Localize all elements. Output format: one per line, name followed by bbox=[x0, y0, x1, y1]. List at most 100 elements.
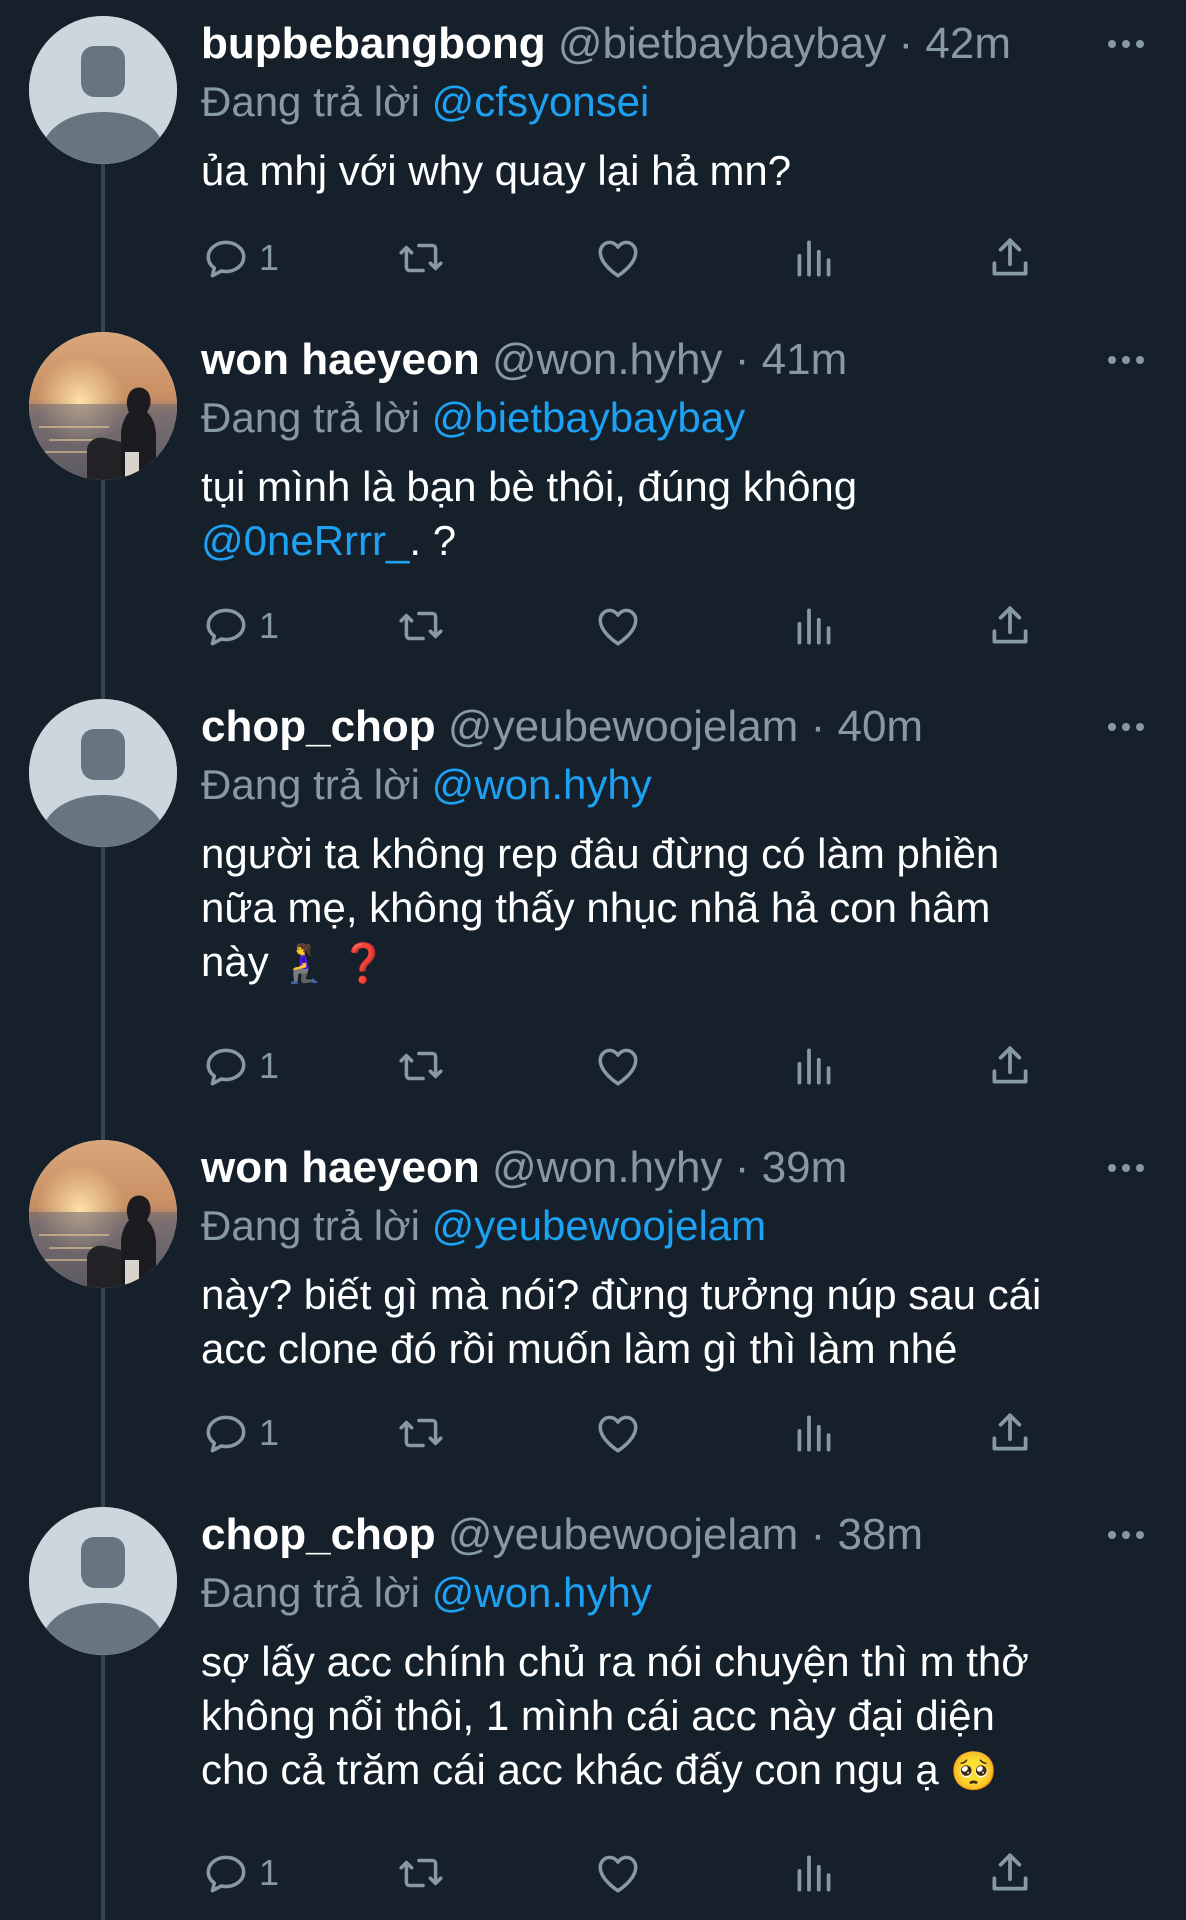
analytics-icon bbox=[789, 233, 839, 283]
share-button[interactable] bbox=[985, 1845, 1035, 1901]
reply-count: 1 bbox=[259, 1412, 280, 1453]
replying-to-mention[interactable]: @bietbaybaybay bbox=[432, 394, 746, 441]
user-handle[interactable]: @won.hyhy bbox=[492, 335, 723, 384]
tweet-actions: 1 bbox=[201, 1038, 1061, 1094]
like-icon bbox=[593, 601, 643, 651]
timestamp[interactable]: 42m bbox=[925, 19, 1011, 68]
share-icon bbox=[985, 1408, 1035, 1458]
timestamp[interactable]: 40m bbox=[837, 702, 923, 751]
share-icon bbox=[985, 1041, 1035, 1091]
replying-to-mention[interactable]: @won.hyhy bbox=[432, 761, 652, 808]
tweet-actions: 1 bbox=[201, 1405, 1061, 1461]
like-button[interactable] bbox=[593, 230, 643, 286]
replying-to: Đang trả lời @bietbaybaybay bbox=[201, 390, 1151, 446]
reply-button[interactable]: 1 bbox=[201, 1845, 279, 1901]
avatar[interactable] bbox=[29, 16, 177, 164]
display-name[interactable]: bupbebangbong bbox=[201, 19, 546, 68]
timestamp[interactable]: 39m bbox=[762, 1143, 848, 1192]
mention-link[interactable]: @0neRrrr_ bbox=[201, 517, 409, 564]
text-segment: . ? bbox=[409, 517, 457, 564]
replying-to: Đang trả lời @won.hyhy bbox=[201, 1565, 1151, 1621]
text-segment: người ta không rep đâu đừng có làm phiền bbox=[201, 830, 1000, 877]
replying-to-mention[interactable]: @won.hyhy bbox=[432, 1569, 652, 1616]
replying-to-mention[interactable]: @cfsyonsei bbox=[432, 78, 650, 125]
display-name[interactable]: chop_chop bbox=[201, 1510, 436, 1559]
like-icon bbox=[593, 1848, 643, 1898]
replying-to: Đang trả lời @won.hyhy bbox=[201, 757, 1151, 813]
tweet-actions: 1 bbox=[201, 598, 1061, 654]
like-button[interactable] bbox=[593, 1038, 643, 1094]
tweet-header: won haeyeon @won.hyhy · 39m bbox=[201, 1138, 1151, 1198]
reply-button[interactable]: 1 bbox=[201, 598, 279, 654]
analytics-icon bbox=[789, 601, 839, 651]
reply-button[interactable]: 1 bbox=[201, 1038, 279, 1094]
more-options-button[interactable] bbox=[1101, 1138, 1151, 1198]
analytics-button[interactable] bbox=[789, 1845, 839, 1901]
more-options-button[interactable] bbox=[1101, 14, 1151, 74]
analytics-button[interactable] bbox=[789, 1405, 839, 1461]
timestamp[interactable]: 38m bbox=[837, 1510, 923, 1559]
avatar[interactable] bbox=[29, 332, 177, 480]
reply-button[interactable]: 1 bbox=[201, 1405, 279, 1461]
tweet-header: won haeyeon @won.hyhy · 41m bbox=[201, 330, 1151, 390]
user-handle[interactable]: @yeubewoojelam bbox=[448, 1510, 798, 1559]
reply-button[interactable]: 1 bbox=[201, 230, 279, 286]
more-options-button[interactable] bbox=[1101, 330, 1151, 390]
share-icon bbox=[985, 601, 1035, 651]
retweet-button[interactable] bbox=[396, 1845, 446, 1901]
retweet-button[interactable] bbox=[396, 1405, 446, 1461]
reply-icon bbox=[201, 1848, 251, 1898]
text-segment: ủa mhj với why quay lại hả mn? bbox=[201, 147, 792, 194]
separator-dot: · bbox=[734, 1143, 750, 1192]
like-icon bbox=[593, 233, 643, 283]
avatar[interactable] bbox=[29, 1140, 177, 1288]
user-handle[interactable]: @bietbaybaybay bbox=[558, 19, 886, 68]
tweet-text-line: này? biết gì mà nói? đừng tưởng núp sau … bbox=[201, 1268, 1151, 1322]
text-segment: nữa mẹ, không thấy nhục nhã hả con hâm bbox=[201, 884, 991, 931]
retweet-button[interactable] bbox=[396, 1038, 446, 1094]
share-button[interactable] bbox=[985, 598, 1035, 654]
text-segment: không nổi thôi, 1 mình cái acc này đại d… bbox=[201, 1692, 995, 1739]
display-name[interactable]: won haeyeon bbox=[201, 1143, 480, 1192]
tweet-header: bupbebangbong @bietbaybaybay · 42m bbox=[201, 14, 1151, 74]
retweet-button[interactable] bbox=[396, 598, 446, 654]
tweet-actions: 1 bbox=[201, 1845, 1061, 1901]
replying-to-label: Đang trả lời bbox=[201, 761, 420, 808]
emoji: 🧎‍♀️ ❓ bbox=[280, 941, 388, 985]
like-button[interactable] bbox=[593, 598, 643, 654]
more-options-button[interactable] bbox=[1101, 1505, 1151, 1565]
reply-icon bbox=[201, 1041, 251, 1091]
separator-dot: · bbox=[734, 335, 750, 384]
analytics-button[interactable] bbox=[789, 230, 839, 286]
timestamp[interactable]: 41m bbox=[762, 335, 848, 384]
tweet-text-line: @0neRrrr_. ? bbox=[201, 514, 1151, 568]
more-options-button[interactable] bbox=[1101, 697, 1151, 757]
avatar[interactable] bbox=[29, 1507, 177, 1655]
like-button[interactable] bbox=[593, 1845, 643, 1901]
text-segment: này? biết gì mà nói? đừng tưởng núp sau … bbox=[201, 1271, 1042, 1318]
analytics-button[interactable] bbox=[789, 598, 839, 654]
share-button[interactable] bbox=[985, 230, 1035, 286]
separator-dot: · bbox=[898, 19, 914, 68]
retweet-button[interactable] bbox=[396, 230, 446, 286]
analytics-button[interactable] bbox=[789, 1038, 839, 1094]
reply-count: 1 bbox=[259, 1045, 280, 1086]
tweet-text-line: ủa mhj với why quay lại hả mn? bbox=[201, 144, 1151, 198]
display-name[interactable]: won haeyeon bbox=[201, 335, 480, 384]
avatar[interactable] bbox=[29, 699, 177, 847]
reply-icon bbox=[201, 601, 251, 651]
tweet-text-line: acc clone đó rồi muốn làm gì thì làm nhé bbox=[201, 1322, 1151, 1376]
tweet-text: người ta không rep đâu đừng có làm phiền… bbox=[201, 827, 1151, 990]
like-button[interactable] bbox=[593, 1405, 643, 1461]
share-button[interactable] bbox=[985, 1038, 1035, 1094]
tweet-header: chop_chop @yeubewoojelam · 40m bbox=[201, 697, 1151, 757]
tweet-text-line: nữa mẹ, không thấy nhục nhã hả con hâm bbox=[201, 881, 1151, 935]
replying-to-mention[interactable]: @yeubewoojelam bbox=[432, 1202, 766, 1249]
text-segment: cho cả trăm cái acc khác đấy con ngu ạ bbox=[201, 1746, 951, 1793]
replying-to-label: Đang trả lời bbox=[201, 1202, 420, 1249]
share-button[interactable] bbox=[985, 1405, 1035, 1461]
user-handle[interactable]: @won.hyhy bbox=[492, 1143, 723, 1192]
user-handle[interactable]: @yeubewoojelam bbox=[448, 702, 798, 751]
tweet-text-line: này 🧎‍♀️ ❓ bbox=[201, 935, 1151, 990]
display-name[interactable]: chop_chop bbox=[201, 702, 436, 751]
